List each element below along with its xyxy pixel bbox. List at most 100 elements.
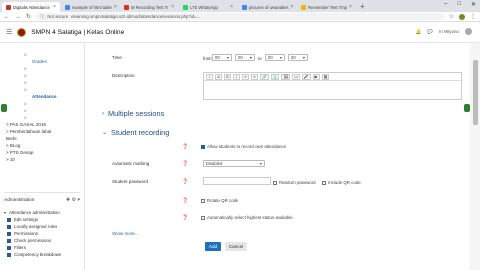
show-more-link[interactable]: Show more...	[112, 231, 139, 236]
close-window-icon[interactable]: ✕	[471, 1, 476, 8]
description-editor[interactable]: i A B I ≡ ≡ 🔗 ⚓ 🖼 ▭ 🎤 ▶ ▦	[203, 72, 462, 100]
nav-item[interactable]: o	[6, 72, 84, 79]
editor-button[interactable]: ▶	[312, 73, 320, 80]
maximize-icon[interactable]: □	[457, 1, 461, 8]
editor-button[interactable]: ▦	[321, 73, 330, 80]
admin-item[interactable]: Competency breakdown	[4, 251, 80, 258]
nav-item[interactable]: o	[6, 79, 84, 86]
star-icon[interactable]: ☆	[449, 13, 454, 20]
notification-icon[interactable]: 🔔	[416, 29, 422, 35]
nav-item[interactable]: Attendance	[6, 93, 84, 100]
nav-item[interactable]: > PTS Genap	[6, 149, 84, 156]
nav-item[interactable]: > 10	[6, 156, 84, 163]
admin-item[interactable]: Permissions	[4, 230, 80, 237]
editor-button[interactable]: ≡	[251, 73, 258, 80]
nav-item[interactable]: o	[6, 107, 84, 114]
close-tab-icon[interactable]: ×	[171, 4, 174, 10]
help-icon[interactable]: ❓	[182, 198, 188, 204]
menu-icon[interactable]: ⋮	[470, 13, 476, 20]
browser-tab[interactable]: M Recording Test Tr ×	[120, 2, 178, 12]
editor-button[interactable]: I	[233, 73, 240, 80]
student-recording-header[interactable]: ⌄ Student recording	[102, 128, 169, 137]
automatic-marking-select[interactable]: Disabled ▾	[203, 160, 265, 167]
admin-item[interactable]: Edit settings	[4, 216, 80, 223]
random-password-checkbox[interactable]: Random password	[273, 180, 316, 185]
editor-button[interactable]: 🎤	[301, 73, 311, 80]
time-to-hour-select[interactable]: 00 ▾	[265, 54, 285, 61]
close-tab-icon[interactable]: ×	[230, 4, 233, 10]
include-qr-checkbox[interactable]: Include QR code	[322, 180, 361, 185]
nav-item[interactable]: o	[6, 114, 84, 121]
block-actions-icon[interactable]: ✚ ⚙ ▾	[66, 197, 80, 203]
browser-tab[interactable]: example of html table ×	[61, 2, 119, 12]
time-from-minute-select[interactable]: 00 ▾	[235, 54, 255, 61]
browser-tab[interactable]: LTE WhatsApp ×	[179, 2, 237, 12]
time-label: Time	[112, 55, 122, 60]
time-to-minute-select[interactable]: 00 ▾	[288, 54, 308, 61]
reload-icon[interactable]: ↻	[26, 13, 31, 20]
url-field[interactable]: ⓘ Not secure elearning.smpn4salatiga.sch…	[36, 13, 444, 20]
school-logo[interactable]	[17, 27, 27, 37]
student-password-label: Student password	[112, 179, 149, 184]
admin-item[interactable]: Filters	[4, 244, 80, 251]
admin-item[interactable]: Locally assigned roles	[4, 223, 80, 230]
site-name[interactable]: SMPN 4 Salatiga | Kelas Online	[31, 29, 124, 36]
nav-item[interactable]: o	[6, 51, 84, 58]
profile-icon[interactable]	[459, 13, 465, 20]
browser-tab[interactable]: pictures of wearables ×	[238, 2, 296, 12]
close-tab-icon[interactable]: ×	[291, 4, 294, 10]
editor-button[interactable]: 🔗	[260, 73, 269, 80]
editor-button[interactable]: i	[206, 73, 213, 80]
editor-button[interactable]: ⚓	[270, 73, 280, 80]
nav-item[interactable]: > PAS GASAL 2019	[6, 121, 84, 128]
avatar[interactable]	[465, 28, 472, 35]
time-from-hour-select[interactable]: 00 ▾	[212, 54, 232, 61]
nav-item[interactable]: o	[6, 65, 84, 72]
editor-button[interactable]: B	[224, 73, 231, 80]
multiple-sessions-header[interactable]: › Multiple sessions	[102, 109, 164, 118]
nav-item[interactable]: Berbi	[6, 135, 84, 142]
tab-label: Digitalis Attendance	[13, 4, 50, 10]
new-tab-button[interactable]: +	[356, 2, 369, 12]
nav-item[interactable]: Grades	[6, 58, 84, 65]
nav-item[interactable]: o	[6, 100, 84, 107]
rotate-qr-checkbox[interactable]: Rotate QR code	[201, 198, 238, 203]
help-icon[interactable]: ❓	[182, 215, 188, 221]
gear-icon	[7, 217, 11, 222]
close-tab-icon[interactable]: ×	[349, 4, 352, 10]
message-icon[interactable]: 💬	[427, 29, 433, 35]
editor-button[interactable]: 🖼	[281, 73, 291, 80]
nav-item[interactable]: o	[6, 86, 84, 93]
admin-item-label: Permissions	[14, 231, 38, 236]
close-tab-icon[interactable]: ×	[53, 4, 56, 10]
cancel-button[interactable]: Cancel	[225, 242, 247, 251]
nav-item[interactable]: > Pemberitahuan lahat	[6, 128, 84, 135]
favicon-icon	[65, 4, 70, 10]
help-icon[interactable]: ❓	[182, 179, 188, 185]
nav-item[interactable]: > BLog	[6, 142, 84, 149]
left-drawer-handle[interactable]	[1, 104, 7, 112]
scrollbar-thumb[interactable]	[473, 60, 478, 125]
allow-students-checkbox[interactable]: Allow students to record own attendance	[201, 144, 286, 149]
right-drawer-handle[interactable]	[464, 104, 470, 112]
browser-tab[interactable]: Remember Test Tmp ×	[297, 2, 355, 12]
editor-button[interactable]: ▭	[292, 73, 300, 80]
browser-tab-bar: Digitalis Attendance × example of html tab…	[0, 0, 480, 12]
auto-select-status-checkbox[interactable]: Automatically select highest status avai…	[201, 215, 293, 220]
back-icon[interactable]: ←	[4, 14, 10, 20]
admin-item[interactable]: ▾ Attendance administration	[4, 209, 80, 216]
admin-item[interactable]: Check permissions	[4, 237, 80, 244]
help-icon[interactable]: ❓	[182, 161, 188, 167]
editor-button[interactable]: ≡	[242, 73, 249, 80]
administration-block: Administration ✚ ⚙ ▾ ▾ Attendance adminis…	[4, 192, 80, 258]
editor-button[interactable]: A	[215, 73, 222, 80]
help-icon[interactable]: ❓	[182, 144, 188, 150]
add-button[interactable]: Add	[205, 242, 221, 251]
browser-tab[interactable]: Digitalis Attendance ×	[2, 2, 60, 12]
close-tab-icon[interactable]: ×	[114, 4, 117, 10]
forward-icon[interactable]: →	[15, 14, 21, 20]
student-password-input[interactable]	[203, 177, 271, 185]
hamburger-icon[interactable]: ☰	[6, 28, 12, 36]
user-name[interactable]: Iri Wiyono	[439, 29, 459, 34]
minimize-icon[interactable]: –	[444, 1, 447, 8]
